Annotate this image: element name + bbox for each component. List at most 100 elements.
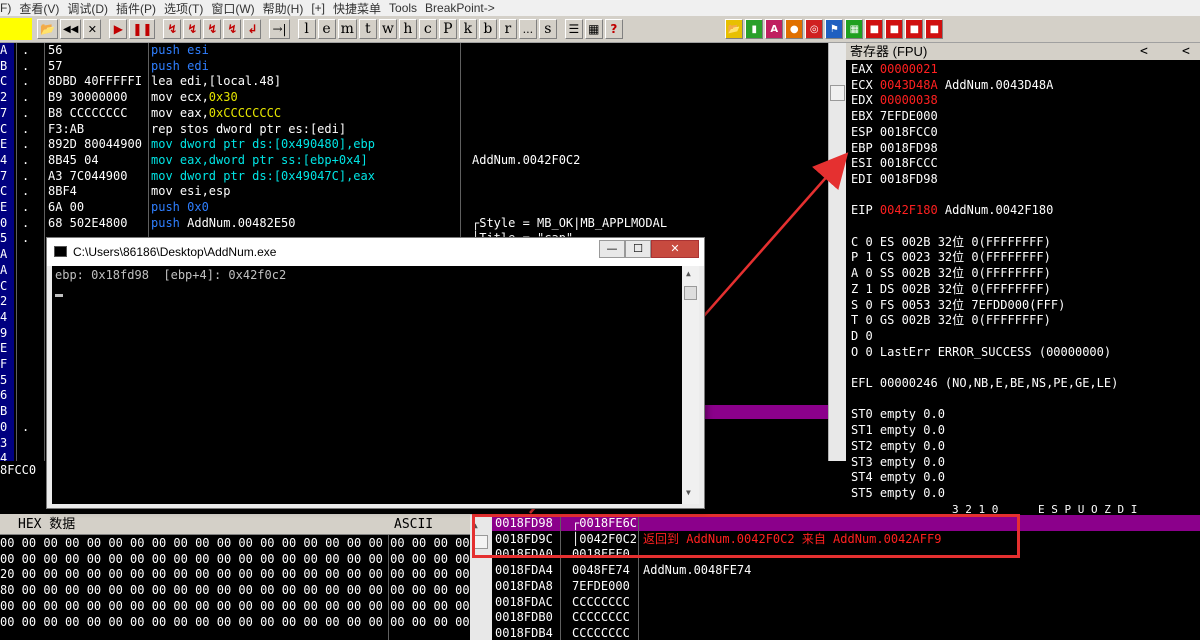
register-row[interactable]: ST5 empty 0.0 bbox=[851, 486, 945, 502]
restart-button[interactable]: ◀◀ bbox=[59, 19, 82, 39]
plugin-flag-icon[interactable]: ⚑ bbox=[825, 19, 844, 39]
stack-row[interactable]: 0018FDA8 7EFDE000 bbox=[495, 579, 630, 595]
menu-item[interactable]: 选项(T) bbox=[164, 0, 211, 16]
plugin-open-icon[interactable]: 📂 bbox=[724, 19, 744, 39]
menu-item[interactable]: 帮助(H) bbox=[263, 0, 312, 16]
disasm-row[interactable]: B. 57 push edi bbox=[0, 58, 828, 75]
disasm-row[interactable]: 7. A3 7C044900 mov dword ptr ds:[0x49047C]… bbox=[0, 168, 828, 185]
register-row[interactable]: ESP 0018FCC0 bbox=[851, 125, 938, 141]
registers-pane[interactable]: 寄存器 (FPU) < < EAX 00000021 ECX 0043D48A A… bbox=[846, 43, 1200, 515]
register-row[interactable]: D 0 bbox=[851, 329, 873, 345]
stack-row[interactable]: 0018FDA4 0048FE74 AddNum.0048FE74 bbox=[495, 563, 751, 579]
register-row[interactable]: EBP 0018FD98 bbox=[851, 141, 938, 157]
grid-icon[interactable]: ▦ bbox=[584, 19, 603, 39]
close-program-button[interactable]: ✕ bbox=[83, 19, 102, 39]
register-row[interactable]: EDI 0018FD98 bbox=[851, 172, 938, 188]
run-trace-button[interactable]: ... bbox=[518, 19, 537, 39]
executable-modules-button[interactable]: e bbox=[317, 19, 336, 39]
maximize-button[interactable]: ☐ bbox=[625, 240, 651, 258]
menu-item[interactable]: Tools bbox=[389, 1, 425, 15]
minimize-button[interactable]: — bbox=[599, 240, 625, 258]
plugin-red-1-icon[interactable]: ■ bbox=[865, 19, 884, 39]
menu-item[interactable]: 快捷菜单 bbox=[333, 0, 389, 16]
disasm-row[interactable]: 7. B8 CCCCCCCC mov eax,0xCCCCCCCC bbox=[0, 105, 828, 122]
menu-item[interactable]: BreakPoint-> bbox=[425, 1, 503, 15]
disasm-row[interactable]: E. 892D 80044900 mov dword ptr ds:[0x49048… bbox=[0, 137, 828, 153]
step-over-button[interactable]: ↯ bbox=[183, 19, 202, 39]
plugin-red-3-icon[interactable]: ■ bbox=[905, 19, 924, 39]
register-row[interactable]: O 0 LastErr ERROR_SUCCESS (00000000) bbox=[851, 345, 1111, 361]
dump-row[interactable]: 00 00 00 00 00 00 00 00 00 00 00 00 00 0… bbox=[0, 552, 470, 568]
breakpoints-button[interactable]: b bbox=[478, 19, 497, 39]
menu-item[interactable]: 查看(V) bbox=[19, 0, 67, 16]
memory-map-button[interactable]: m bbox=[337, 19, 357, 39]
handles-button[interactable]: h bbox=[398, 19, 417, 39]
log-window-button[interactable]: l bbox=[297, 19, 316, 39]
menu-item[interactable]: 调试(D) bbox=[67, 0, 116, 16]
plugin-red-4-icon[interactable]: ■ bbox=[925, 19, 944, 39]
stack-row[interactable]: 0018FDB0 CCCCCCCC bbox=[495, 610, 630, 626]
register-row[interactable]: A 0 SS 002B 32位 0(FFFFFFFF) bbox=[851, 266, 1051, 282]
dump-row[interactable]: 00 00 00 00 00 00 00 00 00 00 00 00 00 0… bbox=[0, 536, 470, 552]
disasm-row[interactable]: 2. B9 30000000 mov ecx,0x30 bbox=[0, 90, 828, 106]
patches-button[interactable]: P bbox=[438, 19, 457, 39]
plugin-green-icon[interactable]: ▮ bbox=[745, 19, 764, 39]
register-row[interactable]: ESI 0018FCCC bbox=[851, 156, 938, 172]
register-row[interactable]: ST1 empty 0.0 bbox=[851, 423, 945, 439]
register-row[interactable]: EIP 0042F180 AddNum.0042F180 bbox=[851, 203, 1053, 219]
console-output-area[interactable]: ebp: 0x18fd98 [ebp+4]: 0x42f0c2 ▲ ▼ bbox=[52, 266, 699, 504]
list-icon[interactable]: ☰ bbox=[564, 19, 583, 39]
execute-till-return-button[interactable]: ↲ bbox=[243, 19, 262, 39]
register-row[interactable]: ECX 0043D48A AddNum.0043D48A bbox=[851, 78, 1053, 94]
console-title-bar[interactable]: C:\Users\86186\Desktop\AddNum.exe — ☐ ✕ bbox=[47, 238, 704, 266]
close-button[interactable]: ✕ bbox=[651, 240, 699, 258]
register-row[interactable]: Z 1 DS 002B 32位 0(FFFFFFFF) bbox=[851, 282, 1051, 298]
windows-button[interactable]: w bbox=[378, 19, 397, 39]
plugin-a-icon[interactable]: A bbox=[765, 19, 784, 39]
disasm-row[interactable]: 4. 8B45 04 mov eax,dword ptr ss:[ebp+0x4] A… bbox=[0, 152, 828, 169]
register-row[interactable]: EBX 7EFDE000 bbox=[851, 109, 938, 125]
register-row[interactable]: ST4 empty 0.0 bbox=[851, 470, 945, 486]
cpu-button[interactable]: c bbox=[418, 19, 437, 39]
run-button[interactable]: ▶ bbox=[109, 19, 128, 39]
stack-row[interactable]: 0018FDB4 CCCCCCCC bbox=[495, 626, 630, 640]
menu-item[interactable]: [+] bbox=[311, 1, 333, 15]
disasm-row[interactable]: C. F3:AB rep stos dword ptr es:[edi] bbox=[0, 121, 828, 138]
plugin-target-icon[interactable]: ◎ bbox=[805, 19, 824, 39]
prev-view-icon[interactable]: < bbox=[1140, 43, 1148, 60]
disasm-row[interactable]: A. 56 push esi bbox=[0, 43, 828, 59]
cpu-vertical-scrollbar[interactable] bbox=[828, 43, 846, 461]
pause-button[interactable]: ❚❚ bbox=[129, 19, 156, 39]
register-row[interactable]: ST0 empty 0.0 bbox=[851, 407, 945, 423]
dump-row[interactable]: 00 00 00 00 00 00 00 00 00 00 00 00 00 0… bbox=[0, 615, 470, 631]
help-icon[interactable]: ? bbox=[604, 19, 623, 39]
menu-item[interactable]: 窗口(W) bbox=[211, 0, 262, 16]
register-row[interactable]: T 0 GS 002B 32位 0(FFFFFFFF) bbox=[851, 313, 1051, 329]
register-row[interactable]: ST3 empty 0.0 bbox=[851, 455, 945, 471]
threads-button[interactable]: t bbox=[358, 19, 377, 39]
dump-row[interactable]: 00 00 00 00 00 00 00 00 00 00 00 00 00 0… bbox=[0, 599, 470, 615]
register-row[interactable]: C 0 ES 002B 32位 0(FFFFFFFF) bbox=[851, 235, 1051, 251]
step-into-button[interactable]: ↯ bbox=[163, 19, 182, 39]
next-view-icon[interactable]: < bbox=[1182, 43, 1190, 60]
disasm-row[interactable]: E. 6A 00 push 0x0 bbox=[0, 200, 828, 216]
references-button[interactable]: r bbox=[498, 19, 517, 39]
register-row[interactable]: EAX 00000021 bbox=[851, 62, 938, 78]
trace-into-button[interactable]: ↯ bbox=[203, 19, 222, 39]
menu-item[interactable]: 插件(P) bbox=[116, 0, 164, 16]
register-row[interactable]: ST2 empty 0.0 bbox=[851, 439, 945, 455]
register-row[interactable]: S 0 FS 0053 32位 7EFDD000(FFF) bbox=[851, 298, 1065, 314]
disasm-row[interactable]: C. 8DBD 40FFFFFI lea edi,[local.48] bbox=[0, 74, 828, 91]
stack-row[interactable]: 0018FDAC CCCCCCCC bbox=[495, 595, 630, 611]
console-scrollbar[interactable]: ▲ ▼ bbox=[682, 266, 699, 504]
source-button[interactable]: s bbox=[538, 19, 557, 39]
console-window[interactable]: C:\Users\86186\Desktop\AddNum.exe — ☐ ✕ … bbox=[46, 237, 705, 509]
plugin-grid-icon[interactable]: ▦ bbox=[845, 19, 864, 39]
plugin-red-2-icon[interactable]: ■ bbox=[885, 19, 904, 39]
trace-over-button[interactable]: ↯ bbox=[223, 19, 242, 39]
register-row[interactable]: P 1 CS 0023 32位 0(FFFFFFFF) bbox=[851, 250, 1051, 266]
plugin-orange-icon[interactable]: ● bbox=[785, 19, 804, 39]
hex-dump-pane[interactable]: HEX 数据 ASCII 00 00 00 00 00 00 00 00 00 … bbox=[0, 515, 470, 640]
register-row[interactable]: EDX 00000038 bbox=[851, 93, 938, 109]
menu-item[interactable]: F) bbox=[0, 1, 19, 15]
